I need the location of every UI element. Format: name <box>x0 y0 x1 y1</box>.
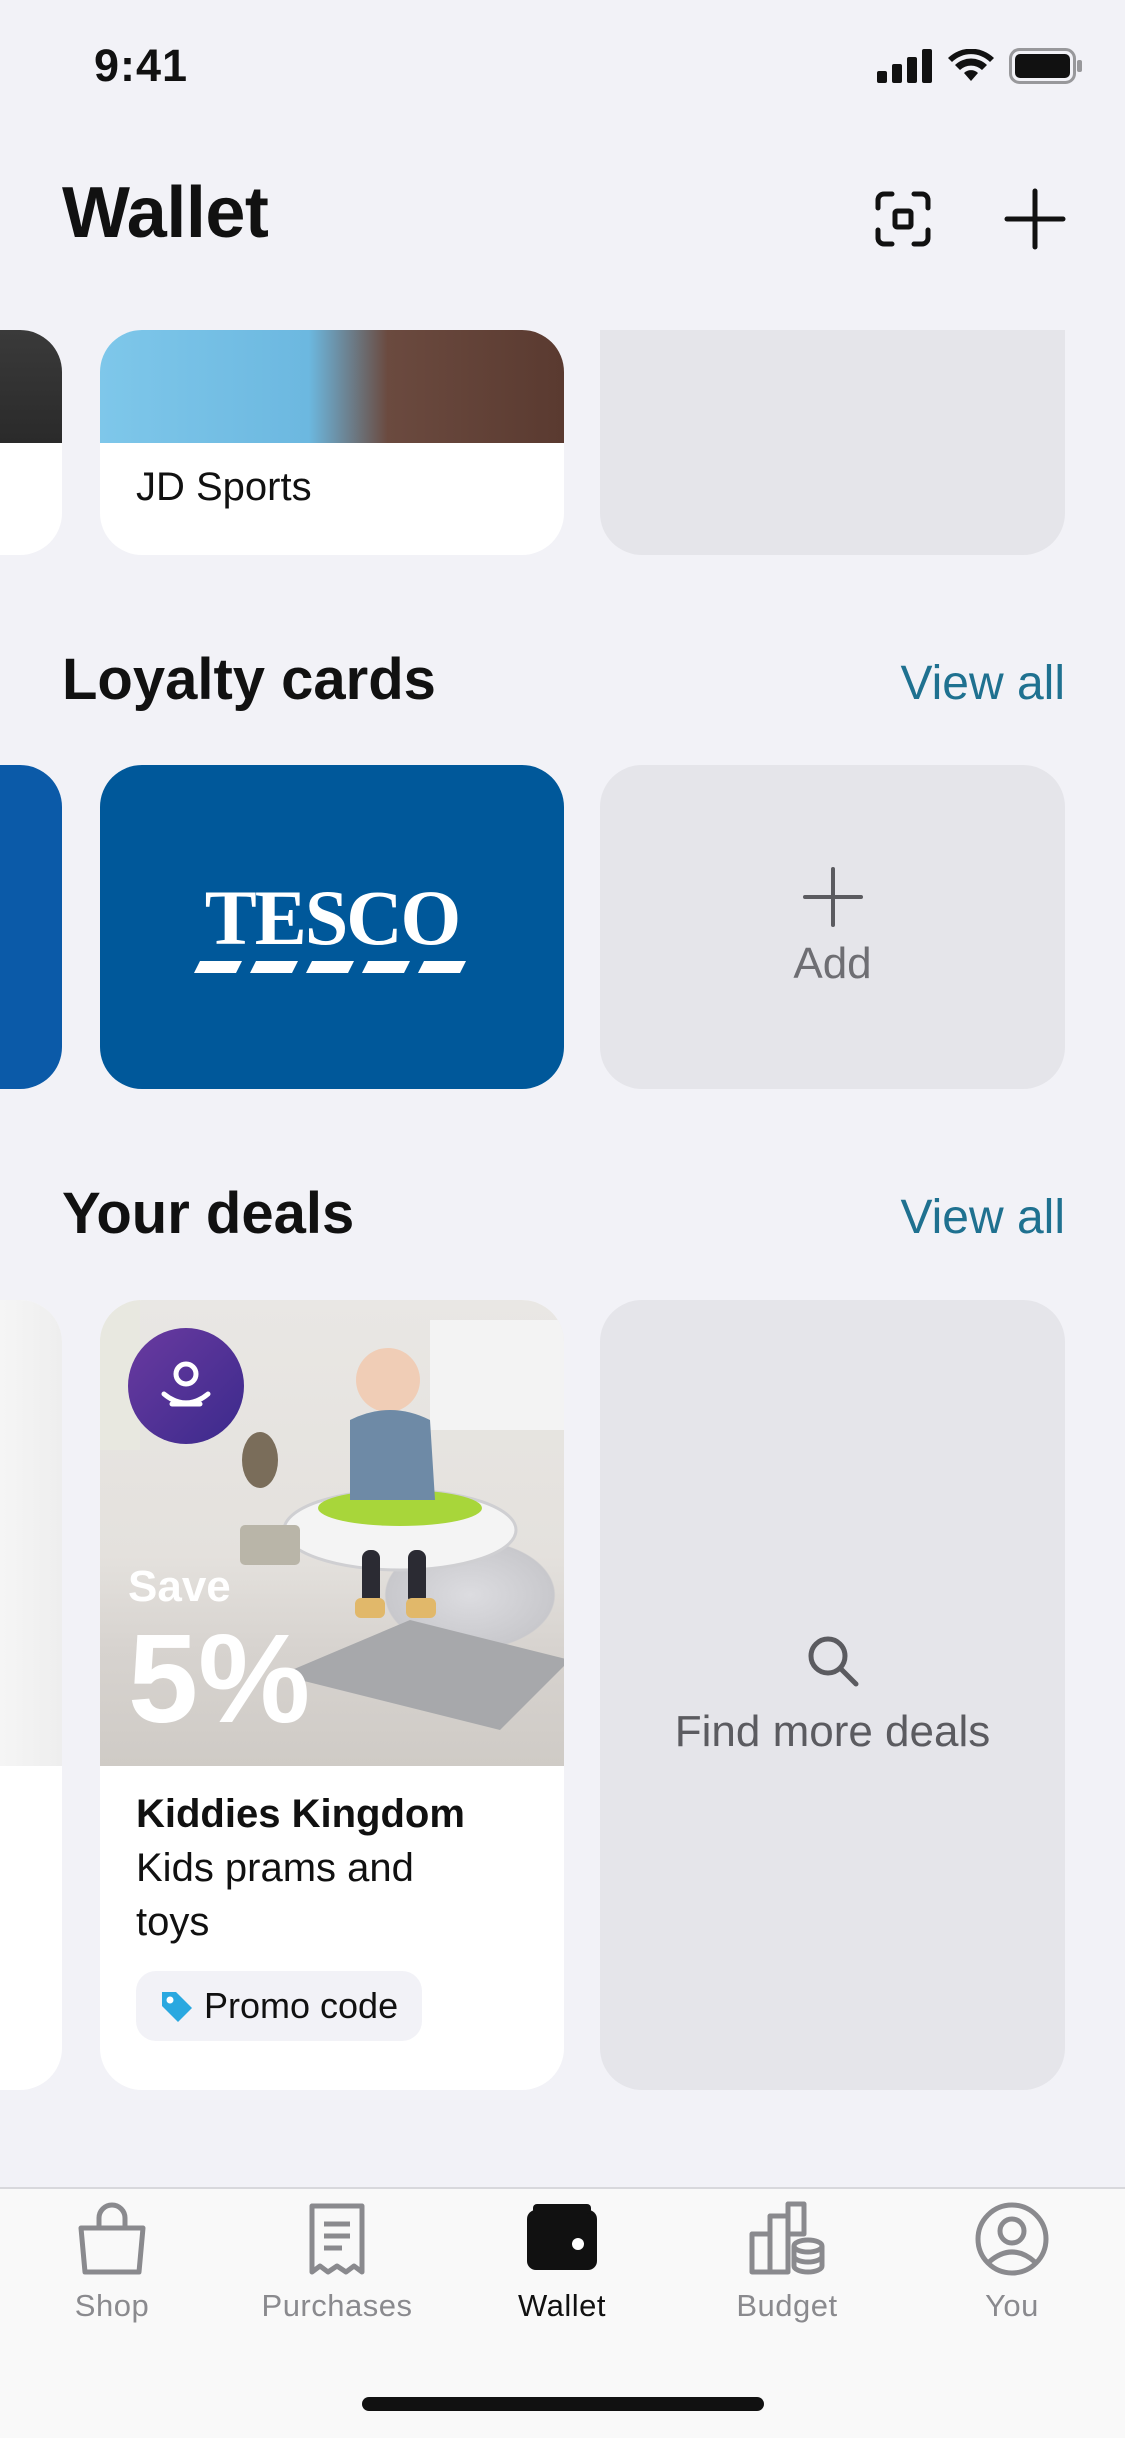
deals-section-title: Your deals <box>62 1181 355 1246</box>
battery-icon <box>1009 48 1082 84</box>
gift-card-jd-sports[interactable]: JD Sports <box>100 330 564 555</box>
tesco-logo: TESCO <box>204 874 461 961</box>
gift-card-image <box>100 330 564 443</box>
receipt-icon <box>309 2203 365 2275</box>
tesco-stripes <box>194 961 466 973</box>
page-title: Wallet <box>62 173 269 253</box>
deal-percent: 5% <box>128 1608 311 1749</box>
deal-description: Kids prams and toys <box>136 1846 414 1944</box>
plus-icon <box>802 867 863 927</box>
search-icon <box>808 1636 858 1687</box>
tab-purchases[interactable]: Purchases <box>237 2200 437 2324</box>
loyalty-card-partial[interactable] <box>0 765 62 1089</box>
tab-shop[interactable]: Shop <box>12 2200 212 2324</box>
gift-card-partial[interactable] <box>0 330 62 555</box>
gift-card-placeholder[interactable] <box>600 330 1065 555</box>
merchant-logo-icon <box>161 1361 211 1407</box>
loyalty-view-all-link[interactable]: View all <box>900 656 1065 711</box>
plus-icon <box>1004 188 1066 250</box>
deal-card-image <box>0 1300 62 1766</box>
wallet-icon <box>527 2204 597 2270</box>
gift-card-image <box>0 330 62 443</box>
tab-label: You <box>985 2288 1039 2323</box>
add-loyalty-card-button[interactable]: Add <box>600 765 1065 1089</box>
merchant-logo <box>128 1328 244 1444</box>
scan-icon <box>875 191 931 247</box>
add-label: Add <box>793 939 872 988</box>
budget-icon <box>749 2201 825 2275</box>
tab-budget[interactable]: Budget <box>687 2200 887 2324</box>
find-more-deals-label: Find more deals <box>674 1707 991 1756</box>
tab-label: Purchases <box>261 2288 413 2323</box>
status-time: 9:41 <box>94 40 189 91</box>
shopping-bag-icon <box>78 2202 146 2275</box>
deal-card-image: Save 5% <box>100 1300 564 1766</box>
deal-tag: Promo code <box>136 1971 423 2041</box>
tag-icon <box>162 1992 192 2022</box>
add-button[interactable] <box>990 174 1080 264</box>
tab-wallet[interactable]: Wallet <box>462 2200 662 2324</box>
find-more-deals-button[interactable]: Find more deals <box>600 1300 1065 2090</box>
tab-label: Wallet <box>518 2288 606 2323</box>
tab-you[interactable]: You <box>912 2200 1112 2324</box>
profile-icon <box>975 2202 1049 2276</box>
gift-card-name: JD Sports <box>136 465 312 509</box>
deal-save-label: Save <box>128 1562 231 1611</box>
wifi-icon <box>948 49 994 81</box>
deal-card-partial[interactable] <box>0 1300 62 2090</box>
deals-view-all-link[interactable]: View all <box>900 1190 1065 1245</box>
cellular-signal-icon <box>877 49 932 83</box>
deal-tag-label: Promo code <box>204 1985 399 2026</box>
tab-label: Shop <box>74 2288 150 2323</box>
scan-button[interactable] <box>858 174 948 264</box>
loyalty-section-title: Loyalty cards <box>62 647 436 712</box>
deal-merchant: Kiddies Kingdom <box>136 1792 465 1836</box>
deal-card-kiddies-kingdom[interactable]: Save 5% Kiddies Kingdom Kids prams and t… <box>100 1300 564 2090</box>
status-icons <box>877 48 1083 84</box>
loyalty-card-tesco[interactable]: TESCO <box>100 765 564 1089</box>
home-indicator <box>362 2397 764 2411</box>
tab-label: Budget <box>736 2288 838 2323</box>
